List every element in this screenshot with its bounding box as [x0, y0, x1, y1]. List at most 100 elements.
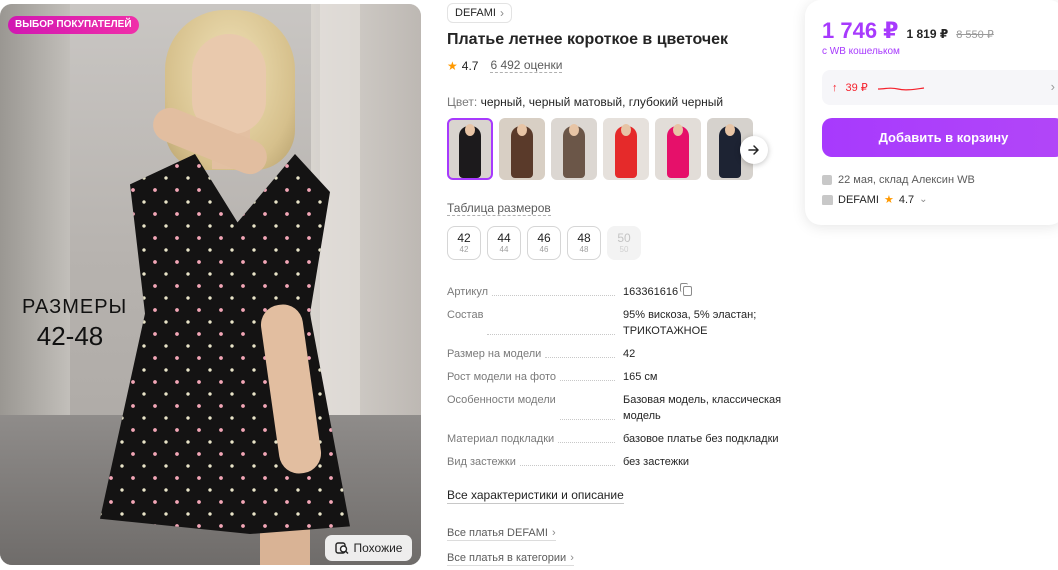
price-history-button[interactable]: ↑ 39 ₽ › — [822, 70, 1058, 105]
size-label: 44 — [497, 231, 511, 245]
size-label: 50 — [617, 231, 631, 245]
similar-button[interactable]: Похожие — [325, 535, 412, 561]
price-trend-line — [877, 86, 924, 90]
spec-value: 42 — [623, 348, 636, 360]
color-info: Цвет: черный, черный матовый, глубокий ч… — [447, 95, 723, 109]
seller-info[interactable]: DEFAMI ★ 4.7 ⌄ — [822, 193, 928, 206]
size-sublabel: 42 — [459, 245, 469, 254]
brand-name: DEFAMI — [455, 7, 496, 19]
size-option[interactable]: 48 48 — [567, 226, 601, 260]
spec-value: 165 см — [623, 371, 658, 383]
spec-value: Базовая модель, классическая модель — [623, 394, 782, 422]
category-dresses-link[interactable]: Все платья в категории › — [447, 552, 574, 566]
spec-key: Состав — [447, 307, 488, 339]
brand-dresses-link[interactable]: Все платья DEFAMI › — [447, 527, 556, 541]
color-label: Цвет: — [447, 95, 478, 109]
color-variant-thumb[interactable] — [499, 118, 545, 180]
size-label: 46 — [537, 231, 551, 245]
spec-key: Размер на модели — [447, 346, 546, 362]
spec-value: без застежки — [623, 456, 690, 468]
buyers-choice-badge: ВЫБОР ПОКУПАТЕЛЕЙ — [8, 16, 139, 34]
similar-search-icon — [334, 542, 348, 554]
box-icon — [822, 175, 832, 185]
delivery-text: 22 мая, склад Алексин WB — [838, 174, 975, 186]
color-variants — [447, 118, 753, 180]
brand-dresses-label: Все платья DEFAMI — [447, 527, 548, 539]
size-sublabel: 46 — [539, 245, 549, 254]
variant-head — [569, 124, 579, 136]
color-variant-thumb[interactable] — [551, 118, 597, 180]
add-to-cart-button[interactable]: Добавить в корзину — [822, 118, 1058, 157]
product-photo[interactable]: ВЫБОР ПОКУПАТЕЛЕЙ РАЗМЕРЫ 42-48 Похожие — [0, 4, 421, 565]
wallet-note: с WB кошельком — [822, 46, 900, 57]
price-row: 1 746 ₽ 1 819 ₽ 8 550 ₽ — [822, 18, 994, 44]
product-title: Платье летнее короткое в цветочек — [447, 31, 729, 48]
arrow-right-icon — [748, 145, 759, 155]
size-table-link[interactable]: Таблица размеров — [447, 201, 551, 216]
shop-icon — [822, 194, 833, 205]
category-dresses-label: Все платья в категории — [447, 552, 567, 564]
size-sublabel: 48 — [579, 245, 589, 254]
regular-price: 1 819 ₽ — [906, 27, 949, 41]
photo-size-overlay: РАЗМЕРЫ 42-48 — [22, 296, 128, 352]
spec-row: Особенности модели Базовая модель, класс… — [447, 392, 783, 424]
price-card: 1 746 ₽ 1 819 ₽ 8 550 ₽ с WB кошельком ↑… — [805, 0, 1058, 225]
spec-row: Состав 95% вискоза, 5% эластан; ТРИКОТАЖ… — [447, 307, 783, 339]
specs-table: Артикул 163361616 Состав 95% вискоза, 5%… — [447, 283, 783, 477]
spec-row: Рост модели на фото 165 см — [447, 369, 783, 385]
size-option-unavailable: 50 50 — [607, 226, 641, 260]
spec-value: 95% вискоза, 5% эластан; ТРИКОТАЖНОЕ — [623, 309, 757, 337]
size-label: 42 — [457, 231, 471, 245]
reviews-link[interactable]: 6 492 оценки — [490, 58, 563, 73]
brand-link[interactable]: DEFAMI › — [447, 3, 512, 23]
size-sublabel: 44 — [499, 245, 509, 254]
spec-key: Рост модели на фото — [447, 369, 561, 385]
spec-value-article: 163361616 — [623, 286, 679, 298]
spec-key: Особенности модели — [447, 392, 560, 424]
price-change: 39 ₽ — [845, 82, 868, 94]
overlay-sizes-range: 42-48 — [36, 321, 104, 351]
delivery-info: 22 мая, склад Алексин WB — [822, 174, 975, 186]
arrow-up-icon: ↑ — [832, 81, 838, 94]
size-selector: 42 42 44 44 46 46 48 48 50 50 — [447, 226, 641, 260]
spec-value: базовое платье без подкладки — [623, 433, 779, 445]
copy-icon[interactable] — [680, 283, 693, 296]
product-rating: ★ 4.7 6 492 оценки — [447, 58, 563, 73]
all-characteristics-link[interactable]: Все характеристики и описание — [447, 488, 624, 504]
size-sublabel: 50 — [619, 245, 629, 254]
star-icon: ★ — [447, 58, 458, 73]
variant-head — [517, 124, 527, 136]
chevron-right-icon: › — [499, 6, 504, 20]
star-icon: ★ — [883, 194, 894, 206]
overlay-sizes-title: РАЗМЕРЫ — [22, 296, 128, 318]
color-value: черный, черный матовый, глубокий черный — [480, 95, 724, 109]
rating-value: 4.7 — [461, 58, 479, 73]
seller-rating: 4.7 — [898, 193, 915, 206]
spec-key: Вид застежки — [447, 454, 520, 470]
size-option[interactable]: 42 42 — [447, 226, 481, 260]
variant-head — [465, 124, 475, 136]
variant-head — [621, 124, 631, 136]
size-option[interactable]: 44 44 — [487, 226, 521, 260]
old-price: 8 550 ₽ — [956, 29, 994, 41]
thumbs-next-button[interactable] — [740, 136, 768, 164]
variant-head — [725, 124, 735, 136]
size-label: 48 — [577, 231, 591, 245]
chevron-right-icon: › — [570, 552, 574, 564]
seller-name: DEFAMI — [838, 193, 879, 206]
color-variant-thumb[interactable] — [603, 118, 649, 180]
spec-row: Размер на модели 42 — [447, 346, 783, 362]
size-option[interactable]: 46 46 — [527, 226, 561, 260]
similar-label: Похожие — [353, 541, 403, 555]
spec-row: Артикул 163361616 — [447, 283, 783, 300]
chevron-down-icon: ⌄ — [919, 194, 928, 205]
spec-key: Артикул — [447, 284, 493, 300]
spec-row: Вид застежки без застежки — [447, 454, 783, 470]
color-variant-thumb[interactable] — [447, 118, 493, 180]
color-variant-thumb[interactable] — [655, 118, 701, 180]
chevron-right-icon: › — [552, 527, 556, 539]
spec-row: Материал подкладки базовое платье без по… — [447, 431, 783, 447]
chevron-right-icon: › — [1050, 79, 1055, 94]
wallet-price: 1 746 ₽ — [822, 18, 899, 43]
variant-head — [673, 124, 683, 136]
